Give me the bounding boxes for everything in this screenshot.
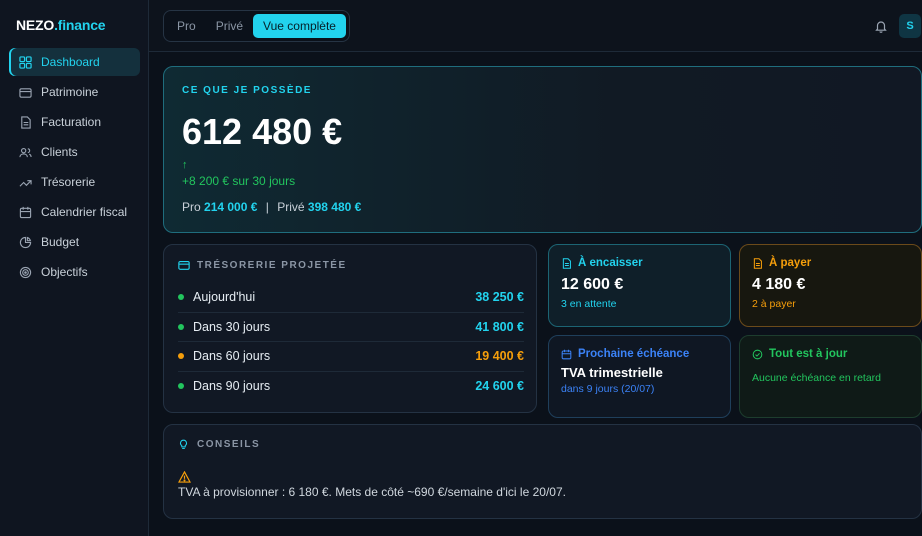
users-icon: [19, 146, 32, 159]
sidebar-item-label: Clients: [41, 145, 78, 159]
tip-text: TVA à provisionner : 6 180 €. Mets de cô…: [178, 485, 566, 499]
pie-icon: [19, 236, 32, 249]
cash-forecast-list: Aujourd'hui 38 250 € Dans 30 jours 41 80…: [178, 283, 524, 401]
next-deadline-title: Prochaine échéance: [561, 348, 689, 360]
list-item: Dans 90 jours 24 600 €: [178, 372, 524, 402]
net-worth-amount: 612 480 €: [182, 111, 343, 152]
bell-icon[interactable]: [874, 19, 888, 33]
status-dot: [178, 383, 184, 390]
forecast-amount: 41 800 €: [475, 319, 524, 334]
cash-forecast-card: TRÉSORERIE PROJETÉE Aujourd'hui 38 250 €…: [163, 244, 537, 413]
sidebar-item-clients[interactable]: Clients: [9, 138, 140, 166]
split-separator: |: [265, 200, 269, 214]
sidebar-item-label: Dashboard: [41, 55, 100, 69]
sidebar-nav: Dashboard Patrimoine Facturation Clients…: [9, 48, 140, 288]
sidebar-item-dashboard[interactable]: Dashboard: [9, 48, 140, 76]
payables-title: À payer: [752, 257, 811, 269]
trend-icon: [19, 176, 32, 189]
dashboard-icon: [19, 55, 32, 69]
sidebar-item-label: Patrimoine: [41, 85, 99, 99]
arrow-up-icon: ↑: [182, 159, 188, 171]
lightbulb-icon: [180, 439, 187, 449]
sidebar-item-calendrier-fiscal[interactable]: Calendrier fiscal: [9, 198, 140, 226]
cash-forecast-title-text: TRÉSORERIE PROJETÉE: [197, 259, 347, 271]
receivables-title: À encaisser: [561, 257, 643, 269]
next-deadline-title-text: Prochaine échéance: [578, 348, 690, 360]
up-to-date-title-text: Tout est à jour: [769, 348, 848, 360]
status-dot: [178, 323, 184, 330]
next-deadline-value: TVA trimestrielle: [561, 365, 663, 380]
forecast-label: Dans 90 jours: [193, 379, 271, 394]
net-worth-split: Pro 214 000 € | Privé 398 480 €: [182, 200, 361, 214]
sidebar-item-label: Trésorerie: [41, 175, 96, 189]
pro-label: Pro: [182, 200, 201, 214]
net-worth-label: CE QUE JE POSSÈDE: [182, 85, 312, 96]
calendar-icon: [19, 206, 32, 219]
tips-title: CONSEILS: [178, 439, 260, 450]
net-worth-card: CE QUE JE POSSÈDE 612 480 € ↑ +8 200 € s…: [163, 66, 922, 233]
receivables-sub: 3 en attente: [561, 298, 617, 310]
wallet-icon: [19, 86, 32, 99]
receivables-value: 12 600 €: [561, 276, 624, 293]
forecast-amount: 24 600 €: [475, 379, 524, 394]
segment-pro[interactable]: Pro: [167, 14, 206, 38]
calendar-icon: [561, 349, 572, 359]
status-dot: [178, 353, 184, 360]
status-dot: [178, 294, 184, 301]
sidebar-item-objectifs[interactable]: Objectifs: [9, 258, 140, 286]
top-bar: Pro Privé Vue complète S: [149, 0, 922, 52]
forecast-amount: 38 250 €: [475, 290, 524, 305]
forecast-amount: 19 400 €: [475, 349, 524, 364]
tips-title-text: CONSEILS: [197, 439, 261, 450]
list-item: Dans 30 jours 41 800 €: [178, 313, 524, 342]
sidebar-item-label: Calendrier fiscal: [41, 205, 128, 219]
segment-vue-complete[interactable]: Vue complète: [253, 14, 346, 38]
payables-value: 4 180 €: [752, 276, 806, 293]
warning-icon: [177, 470, 192, 483]
up-to-date-title: Tout est à jour: [752, 348, 847, 360]
sidebar-item-label: Objectifs: [41, 265, 88, 279]
brand-name: NEZO: [16, 17, 55, 33]
up-to-date-sub: Aucune échéance en retard: [752, 372, 882, 384]
document-icon: [19, 115, 32, 129]
forecast-label: Dans 30 jours: [193, 319, 271, 334]
list-item: Aujourd'hui 38 250 €: [178, 283, 524, 313]
receivables-title-text: À encaisser: [578, 257, 643, 269]
segment-prive[interactable]: Privé: [206, 14, 253, 38]
list-item: Dans 60 jours 19 400 €: [178, 342, 524, 372]
sidebar-item-patrimoine[interactable]: Patrimoine: [9, 78, 140, 106]
sidebar-item-facturation[interactable]: Facturation: [9, 108, 140, 136]
forecast-label: Dans 60 jours: [193, 349, 271, 364]
sidebar-item-tresorerie[interactable]: Trésorerie: [9, 168, 140, 196]
next-deadline-sub: dans 9 jours (20/07): [561, 383, 655, 395]
tips-card: CONSEILS TVA à provisionner : 6 180 €. M…: [163, 424, 922, 519]
forecast-label: Aujourd'hui: [193, 290, 256, 305]
payables-card[interactable]: À payer 4 180 € 2 à payer: [739, 244, 922, 327]
pro-value: 214 000 €: [204, 200, 258, 214]
check-circle-icon: [752, 349, 763, 359]
payables-sub: 2 à payer: [752, 298, 796, 310]
avatar[interactable]: S: [899, 14, 921, 38]
payables-title-text: À payer: [769, 257, 812, 269]
brand-suffix: .finance: [54, 17, 106, 33]
brand-logo[interactable]: NEZO.finance: [16, 17, 106, 33]
sidebar-item-label: Facturation: [41, 115, 102, 129]
sidebar: NEZO.finance Dashboard Patrimoine Factur…: [0, 0, 149, 536]
receivables-card[interactable]: À encaisser 12 600 € 3 en attente: [548, 244, 731, 327]
document-icon: [753, 257, 762, 269]
document-icon: [562, 257, 571, 269]
prive-value: 398 480 €: [307, 200, 362, 214]
target-icon: [19, 266, 32, 279]
prive-label: Privé: [277, 200, 305, 214]
view-switcher: Pro Privé Vue complète: [163, 10, 350, 42]
sidebar-item-budget[interactable]: Budget: [9, 228, 140, 256]
next-deadline-card[interactable]: Prochaine échéance TVA trimestrielle dan…: [548, 335, 731, 418]
up-to-date-card: Tout est à jour Aucune échéance en retar…: [739, 335, 922, 418]
sidebar-item-label: Budget: [41, 235, 80, 249]
wallet-icon: [178, 261, 190, 270]
cash-forecast-title: TRÉSORERIE PROJETÉE: [178, 259, 347, 271]
net-worth-change: +8 200 € sur 30 jours: [182, 174, 296, 188]
